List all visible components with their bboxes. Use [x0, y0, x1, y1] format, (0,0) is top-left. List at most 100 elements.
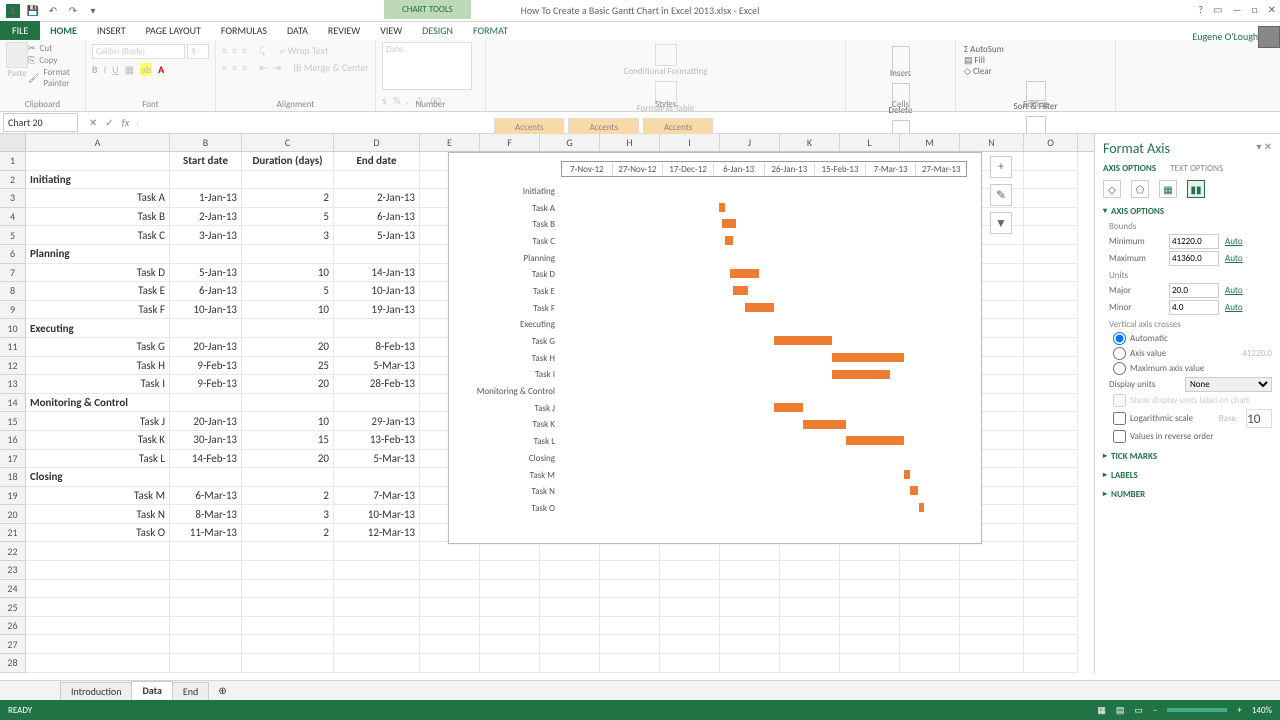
cell[interactable] [600, 580, 660, 599]
paste-button[interactable]: Paste [6, 42, 28, 90]
cell[interactable] [1024, 171, 1078, 190]
cell[interactable] [960, 598, 1024, 617]
units-major-auto[interactable]: Auto [1225, 285, 1243, 296]
save-icon[interactable]: 💾 [26, 4, 40, 18]
cell[interactable]: Closing [26, 468, 170, 487]
sheet-tab-end[interactable]: End [172, 682, 209, 700]
cell[interactable]: 12-Mar-13 [334, 524, 420, 543]
cell[interactable] [660, 561, 720, 580]
view-normal-icon[interactable]: ▦ [1097, 705, 1106, 716]
bounds-max-auto[interactable]: Auto [1225, 253, 1243, 264]
decrease-indent-button[interactable]: ⇤ [259, 61, 267, 74]
gantt-bar[interactable] [904, 470, 910, 479]
select-all-corner[interactable] [0, 134, 26, 151]
cell[interactable] [780, 654, 840, 673]
close-icon[interactable]: ✕ [1268, 3, 1276, 16]
cell[interactable] [26, 654, 170, 673]
cell[interactable] [840, 635, 900, 654]
cell[interactable]: 2-Jan-13 [170, 208, 242, 227]
italic-button[interactable]: I [104, 63, 107, 76]
cell[interactable] [1024, 245, 1078, 264]
cell[interactable] [420, 598, 480, 617]
fx-icon[interactable]: fx [122, 116, 129, 129]
cell[interactable] [660, 598, 720, 617]
cell[interactable]: Task H [26, 357, 170, 376]
ribbon-options-icon[interactable]: ▭ [1213, 3, 1222, 16]
tab-formulas[interactable]: FORMULAS [211, 21, 277, 40]
cell[interactable] [660, 617, 720, 636]
col-header[interactable]: B [170, 134, 242, 151]
cell[interactable] [170, 635, 242, 654]
cell[interactable] [540, 654, 600, 673]
cell[interactable] [840, 580, 900, 599]
cancel-formula-icon[interactable]: ✕ [89, 116, 97, 129]
cell[interactable] [480, 635, 540, 654]
cell[interactable]: 29-Jan-13 [334, 412, 420, 431]
cell[interactable]: 14-Jan-13 [334, 264, 420, 283]
cell[interactable]: Task A [26, 189, 170, 208]
row-header[interactable]: 9 [0, 301, 26, 320]
cell[interactable] [900, 561, 960, 580]
cell[interactable]: 20 [242, 375, 334, 394]
col-header[interactable]: H [600, 134, 660, 151]
row-header[interactable]: 3 [0, 189, 26, 208]
reverse-order-check[interactable] [1113, 430, 1126, 443]
cell[interactable] [900, 617, 960, 636]
pane-tab-axis-options[interactable]: AXIS OPTIONS [1103, 163, 1156, 174]
cell[interactable]: Duration (days) [242, 152, 334, 171]
cell[interactable] [720, 617, 780, 636]
row-header[interactable]: 25 [0, 598, 26, 617]
cell[interactable]: Task C [26, 226, 170, 245]
cell[interactable]: Executing [26, 319, 170, 338]
cell[interactable] [660, 542, 720, 561]
row-header[interactable]: 7 [0, 264, 26, 283]
redo-icon[interactable]: ↷ [66, 4, 80, 18]
align-right-button[interactable]: ≡ [242, 61, 247, 74]
units-minor-input[interactable] [1169, 300, 1219, 315]
bold-button[interactable]: B [92, 63, 98, 76]
cell[interactable] [334, 654, 420, 673]
cell[interactable] [170, 245, 242, 264]
gantt-bar[interactable] [774, 336, 832, 345]
cell[interactable]: End date [334, 152, 420, 171]
cell[interactable] [26, 635, 170, 654]
cell[interactable] [26, 617, 170, 636]
row-header[interactable]: 14 [0, 394, 26, 413]
merge-center-button[interactable]: ⊞ Merge & Center [293, 61, 369, 74]
col-header[interactable]: M [900, 134, 960, 151]
cell[interactable] [170, 171, 242, 190]
cell[interactable] [720, 580, 780, 599]
view-break-icon[interactable]: ▭ [1134, 705, 1143, 716]
tab-format[interactable]: FORMAT [463, 21, 518, 40]
cell[interactable] [900, 542, 960, 561]
gantt-bar[interactable] [803, 420, 846, 429]
cell[interactable]: 5-Jan-13 [170, 264, 242, 283]
cell[interactable] [540, 598, 600, 617]
number-format-select[interactable]: Date [382, 42, 472, 90]
row-header[interactable]: 6 [0, 245, 26, 264]
cell[interactable] [26, 542, 170, 561]
bounds-min-input[interactable] [1169, 234, 1219, 249]
cell[interactable]: Task F [26, 301, 170, 320]
cell[interactable] [540, 561, 600, 580]
cell[interactable] [840, 561, 900, 580]
cell[interactable]: 13-Feb-13 [334, 431, 420, 450]
copy-button[interactable]: ⎘ Copy [28, 55, 79, 66]
col-header[interactable]: N [960, 134, 1024, 151]
maximize-icon[interactable]: □ [1252, 3, 1258, 16]
cell[interactable] [900, 598, 960, 617]
cell[interactable] [720, 542, 780, 561]
cell[interactable]: Task B [26, 208, 170, 227]
cell[interactable] [780, 561, 840, 580]
cell[interactable] [334, 580, 420, 599]
cell[interactable] [420, 617, 480, 636]
orientation-button[interactable]: ⤹ [259, 44, 265, 57]
cell[interactable] [334, 635, 420, 654]
cell[interactable] [26, 152, 170, 171]
cell[interactable] [600, 542, 660, 561]
cell[interactable] [242, 171, 334, 190]
cell[interactable] [1024, 450, 1078, 469]
row-header[interactable]: 1 [0, 152, 26, 171]
row-header[interactable]: 24 [0, 580, 26, 599]
tab-insert[interactable]: INSERT [87, 21, 136, 40]
